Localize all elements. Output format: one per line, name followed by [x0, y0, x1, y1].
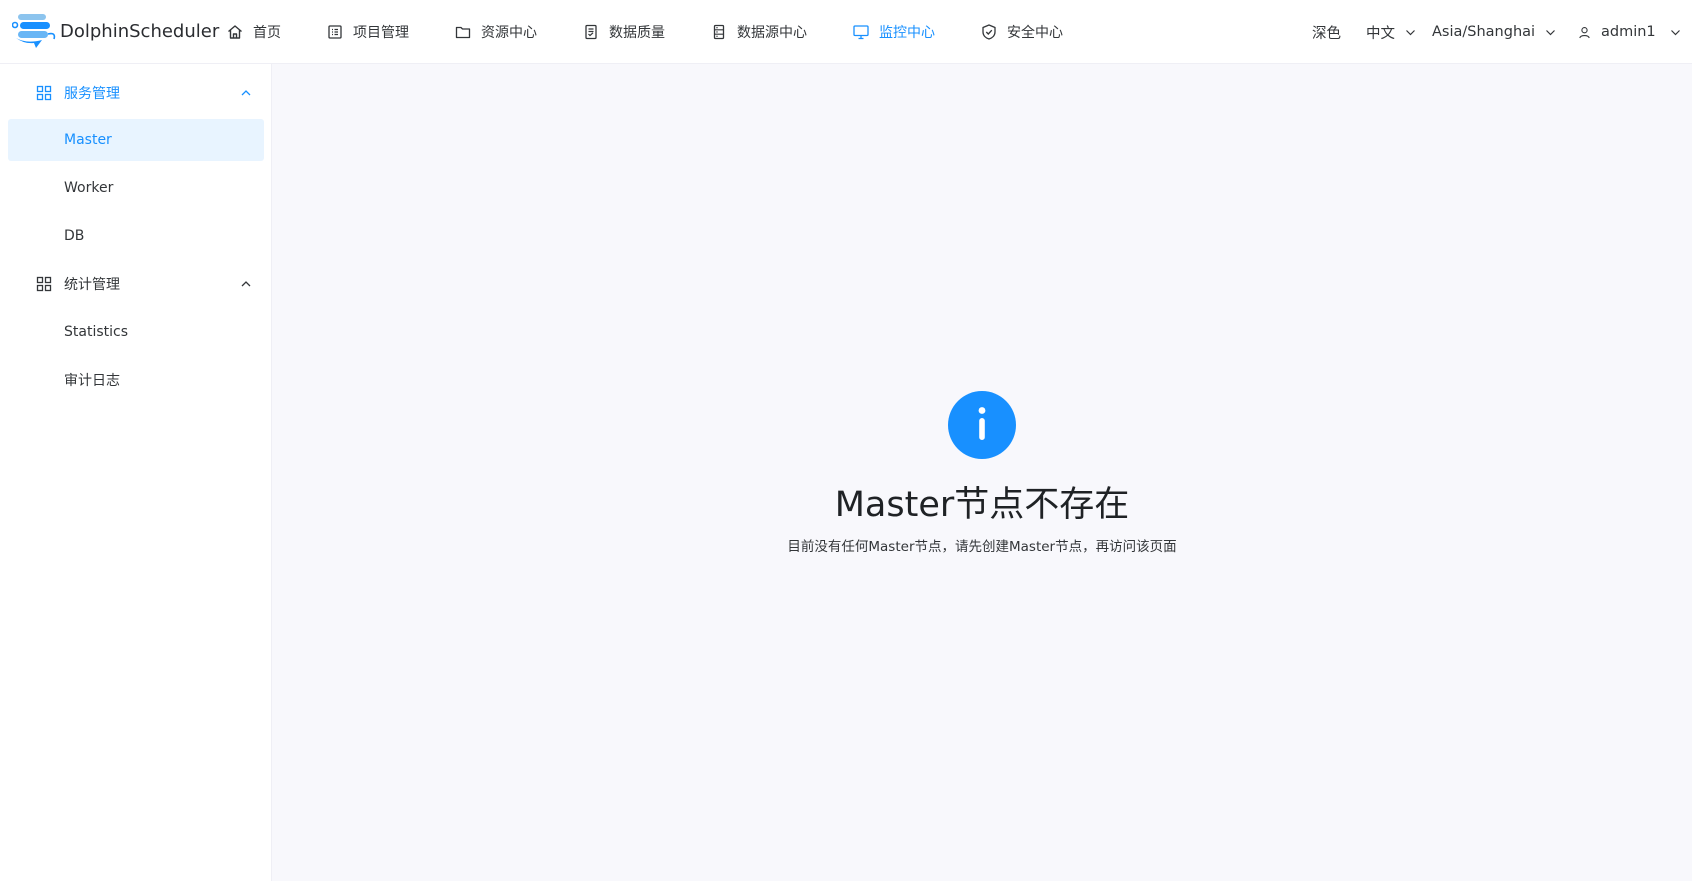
home-icon [228, 25, 242, 39]
grid-icon [36, 276, 52, 292]
nav-monitor[interactable]: 监控中心 [852, 0, 935, 64]
nav-project-label: 项目管理 [353, 25, 409, 41]
timezone-select[interactable]: Asia/Shanghai [1432, 0, 1556, 64]
info-icon [948, 391, 1016, 459]
sidebar-group-label: 服务管理 [64, 86, 120, 102]
empty-result: Master节点不存在 目前没有任何Master节点，请先创建Master节点，… [272, 391, 1692, 555]
grid-icon [36, 85, 52, 101]
chevron-down-icon [1670, 29, 1680, 35]
theme-toggle-label: 深色 [1312, 25, 1341, 42]
user-icon [1579, 26, 1590, 38]
project-list-icon [328, 25, 342, 39]
sidebar: 服务管理 Master Worker DB 统计管理 Statistics 审计… [0, 64, 272, 881]
language-select[interactable]: 中文 [1366, 0, 1416, 64]
sidebar-item-label: Statistics [64, 324, 128, 340]
folder-icon [455, 26, 471, 39]
nav-datasource-label: 数据源中心 [737, 25, 807, 41]
nav-project[interactable]: 项目管理 [326, 0, 409, 64]
main-content: Master节点不存在 目前没有任何Master节点，请先创建Master节点，… [272, 64, 1692, 881]
nav-data-quality[interactable]: 数据质量 [582, 0, 665, 64]
sidebar-item-label: DB [64, 228, 85, 244]
nav-resource[interactable]: 资源中心 [454, 0, 537, 64]
data-quality-icon [585, 24, 597, 40]
app-title[interactable]: DolphinScheduler [60, 21, 219, 42]
user-name: admin1 [1601, 24, 1656, 40]
chevron-down-icon [1546, 29, 1555, 35]
shield-check-icon [982, 24, 996, 40]
nav-home-label: 首页 [253, 25, 281, 41]
user-menu[interactable]: admin1 [1578, 0, 1681, 64]
timezone-label: Asia/Shanghai [1432, 24, 1536, 40]
nav-monitor-label: 监控中心 [879, 25, 935, 41]
chevron-up-icon [241, 281, 251, 287]
theme-toggle[interactable]: 深色 [1312, 0, 1341, 64]
result-title: Master节点不存在 [834, 485, 1130, 525]
nav-datasource[interactable]: 数据源中心 [710, 0, 807, 64]
dolphinscheduler-logo-icon[interactable] [11, 14, 58, 52]
monitor-icon [853, 25, 869, 40]
sidebar-item-worker[interactable]: Worker [8, 167, 264, 209]
datasource-icon [713, 24, 725, 40]
sidebar-group-service[interactable]: 服务管理 [8, 72, 264, 114]
sidebar-group-label: 统计管理 [64, 277, 120, 293]
sidebar-item-db[interactable]: DB [8, 215, 264, 257]
nav-data-quality-label: 数据质量 [609, 25, 665, 41]
result-description: 目前没有任何Master节点，请先创建Master节点，再访问该页面 [787, 539, 1177, 555]
chevron-down-icon [1406, 29, 1415, 35]
top-header: DolphinScheduler 首页 项目管理 资源中心 数据质量 数据源中心… [0, 0, 1692, 64]
sidebar-item-label: Master [64, 132, 112, 148]
nav-home[interactable]: 首页 [226, 0, 281, 64]
nav-security[interactable]: 安全中心 [980, 0, 1063, 64]
sidebar-item-statistics[interactable]: Statistics [8, 311, 264, 353]
sidebar-item-label: Worker [64, 180, 114, 196]
sidebar-group-statistics[interactable]: 统计管理 [8, 263, 264, 305]
sidebar-item-label: 审计日志 [64, 373, 120, 389]
language-label: 中文 [1366, 25, 1395, 42]
nav-resource-label: 资源中心 [481, 25, 537, 41]
sidebar-item-master[interactable]: Master [8, 119, 264, 161]
sidebar-item-audit-log[interactable]: 审计日志 [8, 359, 264, 401]
chevron-up-icon [241, 90, 251, 96]
nav-security-label: 安全中心 [1007, 25, 1063, 41]
